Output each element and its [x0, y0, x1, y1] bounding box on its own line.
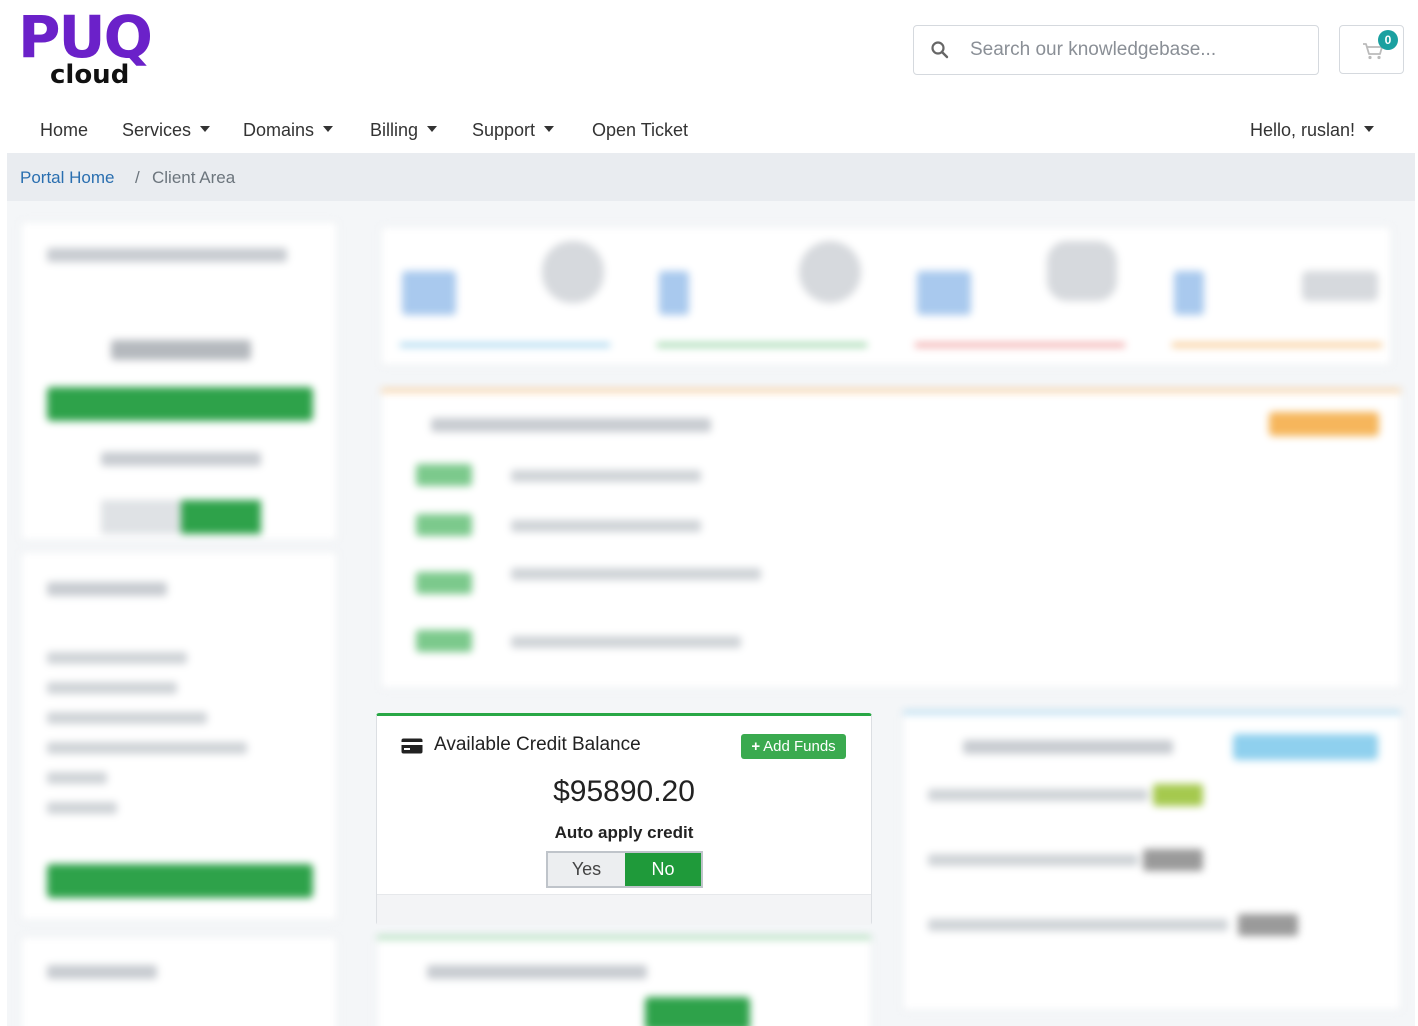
nav-open-ticket[interactable]: Open Ticket [592, 118, 688, 142]
stat-underline [915, 343, 1125, 347]
caret-down-icon [200, 126, 211, 133]
placeholder-bar [511, 520, 701, 532]
header: PUQ cloud 0 [0, 0, 1418, 110]
puqcloud-logo[interactable]: PUQ cloud [18, 3, 190, 92]
placeholder-button [47, 864, 313, 898]
placeholder-bar [47, 652, 187, 664]
placeholder-badge [416, 630, 472, 652]
auto-apply-yes[interactable]: Yes [548, 853, 625, 886]
placeholder-bar [511, 636, 741, 648]
placeholder-button [1233, 734, 1378, 760]
caret-down-icon [427, 126, 438, 133]
placeholder-bar [111, 340, 251, 360]
nav-home[interactable]: Home [40, 118, 88, 142]
stat-number-placeholder [917, 271, 971, 315]
placeholder-bar [928, 919, 1228, 931]
placeholder-bar [101, 452, 261, 466]
cart-button[interactable]: 0 [1339, 25, 1404, 74]
placeholder-button [645, 997, 750, 1026]
placeholder-bar [427, 965, 647, 979]
register-domain-panel [376, 936, 872, 1026]
search-icon [931, 41, 949, 59]
placeholder-bar [47, 582, 167, 596]
placeholder-button [47, 387, 313, 421]
sidebar-contacts-panel [20, 936, 338, 1026]
stat-number-placeholder [402, 271, 456, 315]
nav-open-ticket-label: Open Ticket [592, 120, 689, 140]
auto-apply-no[interactable]: No [625, 853, 701, 886]
add-funds-label: Add Funds [763, 738, 836, 755]
search-input[interactable] [970, 34, 1300, 66]
credit-card-title: Available Credit Balance [434, 734, 641, 755]
breadcrumb-home-link[interactable]: Portal Home [20, 167, 114, 189]
stat-underline [657, 343, 867, 347]
credit-card-icon [401, 738, 423, 754]
breadcrumb: Portal Home / Client Area [7, 153, 1415, 201]
breadcrumb-current: Client Area [152, 168, 236, 187]
placeholder-badge [416, 464, 472, 486]
placeholder-bar [47, 965, 157, 979]
stat-icon-placeholder [1047, 241, 1117, 301]
knowledgebase-search[interactable] [913, 25, 1319, 75]
placeholder-badge [416, 572, 472, 594]
placeholder-bar [928, 789, 1148, 801]
caret-down-icon [544, 126, 555, 133]
nav-user-label: Hello, ruslan! [1250, 120, 1356, 140]
placeholder-badge [1153, 784, 1203, 806]
tickets-panel [902, 711, 1402, 1011]
placeholder-bar [963, 740, 1173, 754]
placeholder-bar [47, 682, 177, 694]
placeholder-toggle [101, 500, 181, 534]
placeholder-badge [1238, 914, 1298, 936]
placeholder-bar [47, 802, 117, 814]
placeholder-bar [47, 248, 287, 262]
placeholder-bar [511, 470, 701, 482]
sidebar-credit-panel [20, 221, 338, 541]
breadcrumb-separator: / [135, 168, 140, 187]
client-area-content: Available Credit Balance + Add Funds $958… [7, 201, 1415, 1026]
nav-domains-label: Domains [243, 120, 315, 140]
plus-icon: + [751, 738, 761, 755]
auto-apply-toggle[interactable]: Yes No [546, 851, 703, 888]
stat-underline [1172, 343, 1382, 347]
stat-icon-placeholder [799, 241, 861, 303]
products-panel [380, 389, 1402, 689]
nav-billing-label: Billing [370, 120, 419, 140]
placeholder-bar [47, 742, 247, 754]
nav-home-label: Home [40, 120, 89, 140]
credit-balance-card: Available Credit Balance + Add Funds $958… [376, 713, 872, 925]
nav-user-menu[interactable]: Hello, ruslan! [1250, 118, 1375, 142]
stat-number-placeholder [659, 271, 689, 315]
nav-support-label: Support [472, 120, 536, 140]
placeholder-bar [431, 418, 711, 432]
nav-billing[interactable]: Billing [370, 118, 438, 142]
placeholder-bar [511, 568, 761, 580]
placeholder-badge [1143, 849, 1203, 871]
nav-services-label: Services [122, 120, 192, 140]
stat-number-placeholder [1174, 271, 1204, 315]
credit-amount: $95890.20 [553, 775, 695, 808]
stat-icon-placeholder [1302, 271, 1378, 301]
stat-icon-placeholder [542, 241, 604, 303]
auto-apply-label: Auto apply credit [554, 823, 694, 842]
credit-card-footer [377, 894, 871, 925]
caret-down-icon [1364, 126, 1375, 133]
placeholder-toggle [181, 500, 261, 534]
nav-services[interactable]: Services [122, 118, 211, 142]
placeholder-bar [47, 712, 207, 724]
placeholder-bar [928, 854, 1138, 866]
logo-sub-text: cloud [50, 60, 130, 90]
placeholder-badge [416, 514, 472, 536]
main-nav: Home Services Domains Billing Support Op… [0, 110, 1418, 152]
stat-underline [400, 343, 610, 347]
placeholder-bar [47, 772, 107, 784]
placeholder-button [1269, 412, 1379, 436]
sidebar-info-panel [20, 551, 338, 921]
add-funds-button[interactable]: + Add Funds [741, 734, 846, 759]
caret-down-icon [323, 126, 334, 133]
nav-support[interactable]: Support [472, 118, 555, 142]
nav-domains[interactable]: Domains [243, 118, 334, 142]
cart-count-badge: 0 [1378, 30, 1398, 50]
